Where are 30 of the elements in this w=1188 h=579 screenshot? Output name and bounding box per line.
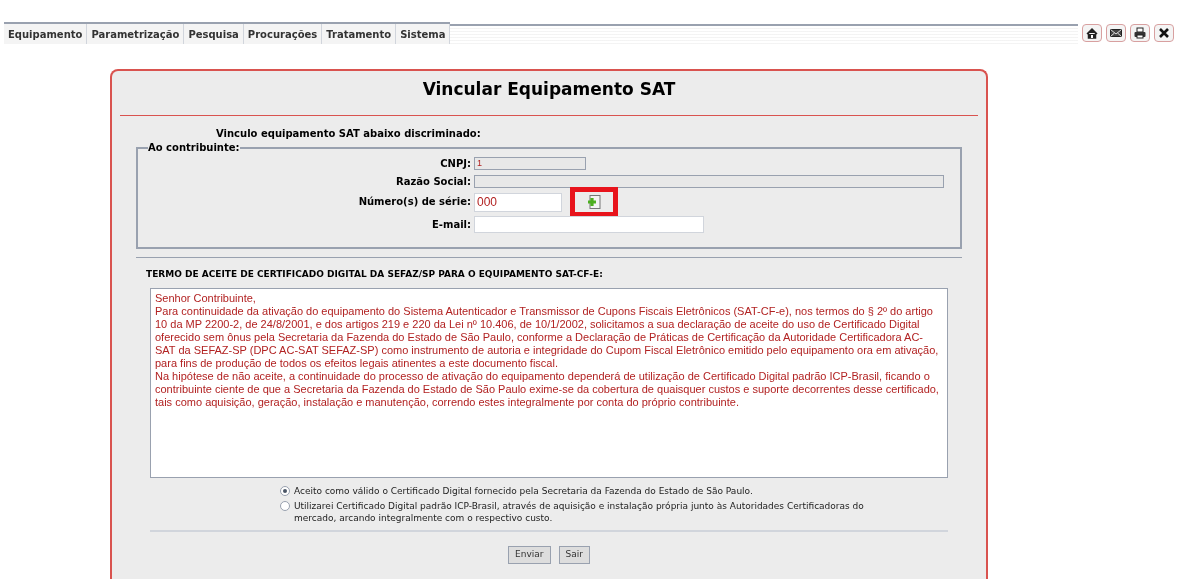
print-icon[interactable] [1130, 24, 1150, 42]
add-icon[interactable] [586, 194, 602, 210]
field-label: Número(s) de série: [357, 196, 472, 208]
intro-text: Vinculo equipamento SAT abaixo discriminado: [215, 127, 482, 140]
menu-tab[interactable]: Tratamento [322, 24, 397, 44]
term-paragraph: Na hipótese de não aceite, a continuidade do processo de ativação do equipamento dependerá de utilização de Certificado Digital padrão ICP-Brasil, ficando o contribuinte ciente de que a Secretaria da Fazenda do Estado de São Paulo exime-se da cobertura de quaisquer custos e suporte decorrentes desse certificado, tais como aquisição, geração, instalação e manutenção, correndo estes integralmente por conta do próprio contribuinte. [155, 370, 940, 409]
text-field[interactable]: 000 [474, 192, 562, 212]
menu-tab[interactable]: Procurações [243, 24, 323, 44]
menu-tab[interactable]: Sistema [396, 24, 451, 44]
home-icon[interactable] [1082, 24, 1102, 42]
mail-icon[interactable] [1106, 24, 1126, 42]
menu-tab[interactable]: Parametrização [87, 24, 185, 44]
option-label: Aceito como válido o Certificado Digital fornecido pela Secretaria da Fazenda do Estado de São Paulo. [294, 485, 753, 497]
radio-button[interactable] [280, 501, 290, 511]
term-paragraph: Senhor Contribuinte, [155, 292, 257, 305]
field-label: E-mail: [431, 218, 472, 231]
radio-button[interactable] [280, 486, 290, 496]
close-icon[interactable] [1154, 24, 1174, 42]
fieldset-legend: Ao contribuinte: [148, 140, 240, 155]
term-heading: TERMO DE ACEITE DE CERTIFICADO DIGITAL DA SEFAZ/SP PARA O EQUIPAMENTO SAT-CF-E: [145, 268, 604, 281]
menu-tab[interactable]: Equipamento [4, 24, 88, 44]
option-label: Utilizarei Certificado Digital padrão ICP-Brasil, através de aquisição e instalação própria junto às Autoridades Certificadoras do mercado, arcando integralmente com o respectivo custo. [294, 500, 865, 524]
field-label: CNPJ: [439, 157, 472, 170]
field-label: Razão Social: [395, 175, 472, 188]
form-button[interactable]: Enviar [508, 546, 551, 564]
email-field[interactable] [474, 216, 704, 233]
term-paragraph: Para continuidade da ativação do equipamento do Sistema Autenticador e Transmissor de Cupons Fiscais Eletrônicos (SAT-CF-e), nos termos do § 2º do artigo 10 da MP 2200-2, de 24/8/2001, e dos artigos 219 e 220 da Lei nº 10.406, de 10/1/2002, solicitamos a sua declaração de aceite do uso de Certificado Digital oferecido sem ônus pela Secretaria da Fazenda do Estado de São Paulo, conforme a Declaração de Práticas de Certificação da Autoridade Certificadora AC-SAT da SEFAZ-SP (DPC AC-SAT SEFAZ-SP) como instrumento de autoria e integridade do Cupom Fiscal Eletrônico emitido pelo equipamento ora em ativação, para fins de produção de todos os efeitos legais atinentes a este documento fiscal. [155, 305, 940, 370]
form-title: Vincular Equipamento SAT [120, 71, 978, 116]
menu-tab[interactable]: Pesquisa [184, 24, 244, 44]
form-button[interactable]: Sair [558, 546, 590, 564]
